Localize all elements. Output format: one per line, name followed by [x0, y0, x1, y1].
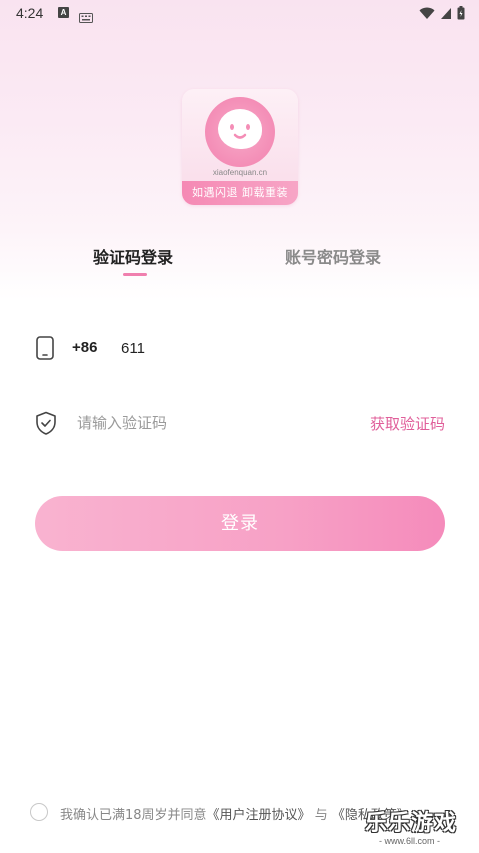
app-logo: xiaofenquan.cn 如遇闪退 卸载重装: [182, 89, 298, 205]
watermark-sub: - www.6ll.com -: [379, 836, 441, 846]
verification-code-input[interactable]: [77, 410, 317, 436]
phone-input[interactable]: [121, 335, 371, 361]
status-time: 4:24: [16, 5, 44, 21]
agreement-prefix: 我确认已满18周岁并同意: [60, 808, 207, 823]
battery-icon: [457, 5, 465, 24]
watermark: 乐乐游戏 - www.6ll.com -: [365, 805, 477, 850]
logo-site-text: xiaofenquan.cn: [212, 168, 268, 177]
logo-face-icon: [218, 109, 262, 149]
agreement-checkbox[interactable]: [30, 803, 48, 821]
shield-check-icon: [35, 411, 57, 439]
phone-icon: [35, 336, 55, 364]
keyboard-icon: [79, 8, 93, 27]
country-code[interactable]: +86: [72, 339, 97, 356]
logo-banner: 如遇闪退 卸载重装: [182, 181, 298, 205]
code-row: 获取验证码: [35, 408, 445, 438]
tab-indicator: [123, 273, 147, 276]
signal-icon: [440, 5, 452, 24]
user-agreement-link[interactable]: 《用户注册协议》: [207, 808, 311, 823]
phone-row: +86: [35, 333, 445, 363]
tab-password-login[interactable]: 账号密码登录: [285, 244, 381, 268]
login-button[interactable]: 登录: [35, 496, 445, 551]
agreement-conjunction: 与: [314, 808, 328, 823]
a-notification-icon: A: [58, 7, 69, 18]
wifi-icon: [419, 5, 435, 24]
agreement-text: 我确认已满18周岁并同意《用户注册协议》 与 《隐私政策》: [60, 804, 410, 823]
tab-code-login[interactable]: 验证码登录: [93, 244, 173, 268]
get-code-button[interactable]: 获取验证码: [370, 413, 445, 434]
watermark-main: 乐乐游戏: [365, 811, 458, 836]
status-bar: 4:24 A: [0, 0, 479, 28]
